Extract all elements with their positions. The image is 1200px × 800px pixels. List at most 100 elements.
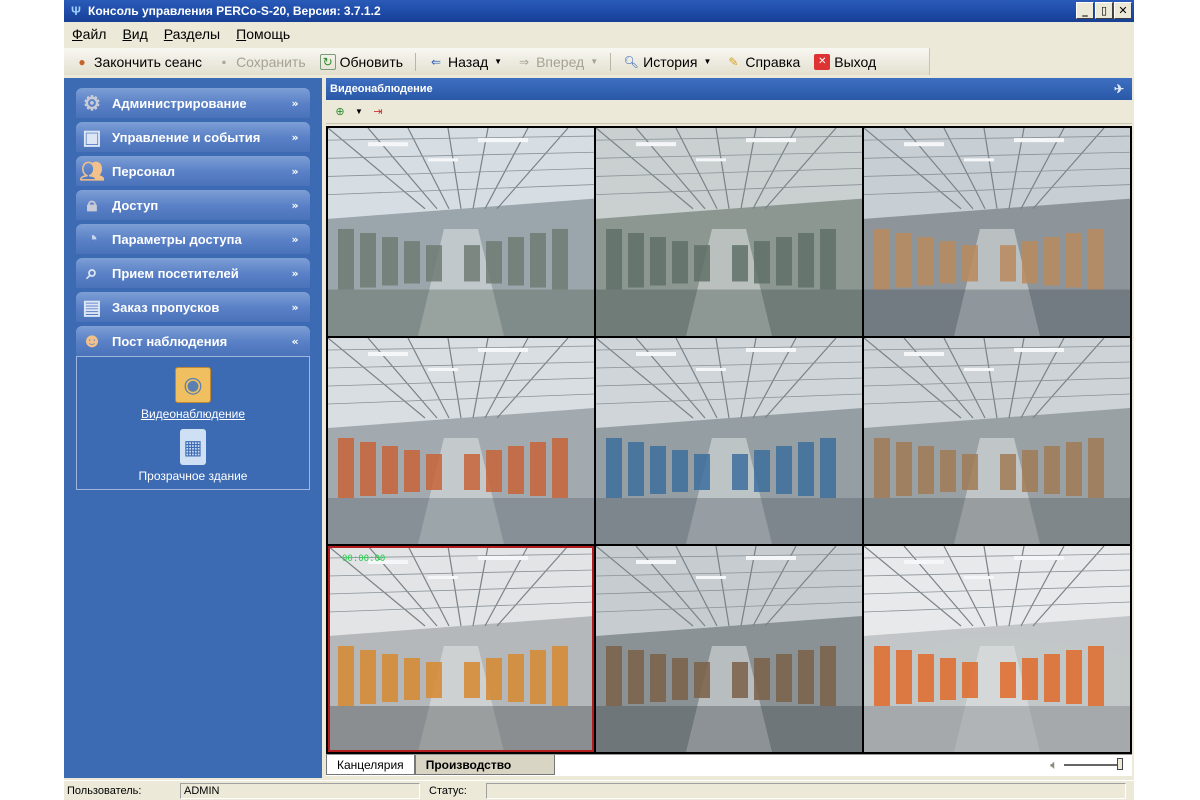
sidebar-item-label: Пост наблюдения [112,333,228,349]
history-button[interactable]: 🔍︎ История ▼ [617,50,717,74]
minimize-button[interactable]: _ [1076,2,1094,19]
camera-feed-image [864,128,1130,336]
chevron-double-down-icon[interactable]: » [288,232,302,246]
save-button[interactable]: ▪ Сохранить [210,50,312,74]
refresh-label: Обновить [339,53,404,70]
chevron-double-down-icon[interactable]: » [288,96,302,110]
panel-item-video-surveillance[interactable]: ◉ Видеонаблюдение [77,367,309,421]
maximize-button[interactable]: ▯ [1095,2,1113,19]
people-icon: 👥︎ [79,160,105,183]
camera-feed-image [328,338,594,544]
camera-icon: ◉ [175,367,211,403]
toolbar-separator [415,52,417,71]
main-toolbar: ● Закончить сеанс ▪ Сохранить ↻ Обновить… [64,48,930,75]
volume-control: 🔈︎ [1050,757,1123,773]
dropdown-arrow-icon[interactable]: ▼ [703,57,711,66]
menu-help[interactable]: Помощь [236,26,290,42]
view-tabs: Канцелярия Производство 🔈︎ [326,754,1132,776]
camera-feed-image [328,546,594,752]
chevron-double-up-icon[interactable]: « [288,334,302,348]
arrow-right-icon: ⇒ [519,54,530,69]
video-toolbar: ⊕ ▼ ⇥ [326,100,1132,124]
sidebar-item-control-events[interactable]: ▣ Управление и события » [76,122,310,152]
sidebar-item-label: Администрирование [112,95,247,111]
forward-button[interactable]: ⇒ Вперед ▼ [510,50,604,74]
camera-view-assembly[interactable] [864,128,1130,336]
tab-office[interactable]: Канцелярия [326,755,415,775]
history-search-icon: 🔍︎ [623,54,639,69]
sidebar-item-pass-orders[interactable]: ▤ Заказ пропусков » [76,292,310,322]
chevron-double-down-icon[interactable]: » [288,164,302,178]
camera-feed-image [864,546,1130,752]
monitor-icon: ▣ [82,126,102,149]
camera-view-turnstiles[interactable] [864,546,1130,752]
chevron-double-down-icon[interactable]: » [288,198,302,212]
exit-button[interactable]: ✕ Выход [808,50,882,74]
add-view-icon[interactable]: ⊕ [330,103,350,121]
visitor-icon: ⌕ [86,261,98,284]
lock-icon: 🔒︎ [86,193,98,216]
menu-file[interactable]: Файл [72,26,106,42]
camera-view-workshop[interactable] [596,128,862,336]
pin-icon[interactable]: ✈ [1110,81,1128,97]
sidebar-item-access-params[interactable]: ◔ Параметры доступа » [76,224,310,254]
camera-feed-image [328,128,594,336]
camera-view-office[interactable] [328,128,594,336]
save-label: Сохранить [236,53,306,70]
tab-production[interactable]: Производство [414,755,555,775]
help-label: Справка [745,53,801,70]
speaker-icon[interactable]: 🔈︎ [1050,757,1058,773]
arrow-left-icon: ⇐ [431,54,442,69]
user-label: Пользователь: [67,784,142,797]
sidebar-item-access[interactable]: 🔒︎ Доступ » [76,190,310,220]
title-bar: Ψ Консоль управления PERCo-S-20, Версия:… [64,0,1134,22]
sidebar-item-label: Управление и события [112,129,261,145]
window-title: Консоль управления PERCo-S-20, Версия: 3… [88,4,381,18]
sidebar-item-administration[interactable]: ⚙ Администрирование » [76,88,310,118]
toolbar-separator [610,52,612,71]
camera-view-racks[interactable]: 00:00:00 [328,546,594,752]
menu-view[interactable]: Вид [122,26,147,42]
status-bar: Пользователь: ADMIN Статус: [64,780,1134,800]
chevron-double-down-icon[interactable]: » [288,130,302,144]
refresh-button[interactable]: ↻ Обновить [314,50,409,74]
sidebar-item-observation-post[interactable]: ☻ Пост наблюдения « [76,326,310,356]
exit-label: Выход [834,53,877,70]
pass-card-icon: ▤ [82,296,102,319]
help-book-icon: ✎ [728,54,739,69]
back-button[interactable]: ⇐ Назад ▼ [422,50,508,74]
main-header-title: Видеонаблюдение [330,83,433,95]
dropdown-arrow-icon[interactable]: ▼ [590,57,598,66]
camera-view-production-hall[interactable] [864,338,1130,544]
sidebar-item-personnel[interactable]: 👥︎ Персонал » [76,156,310,186]
close-view-icon[interactable]: ⇥ [368,103,388,121]
pie-icon: ◔ [85,227,99,250]
sidebar-item-visitors[interactable]: ⌕ Прием посетителей » [76,258,310,288]
status-value [486,782,1126,799]
sidebar-item-label: Заказ пропусков [112,299,220,315]
operator-icon: ☻ [81,329,103,352]
dropdown-arrow-icon[interactable]: ▼ [494,57,502,66]
camera-view-factory-floor[interactable] [596,546,862,752]
sidebar-item-label: Персонал [112,163,176,179]
camera-view-machines[interactable] [596,338,862,544]
camera-view-warehouse[interactable] [328,338,594,544]
close-button[interactable]: ✕ [1114,2,1132,19]
panel-item-label: Прозрачное здание [138,469,248,483]
chevron-double-down-icon[interactable]: » [288,266,302,280]
menu-bar: Файл Вид Разделы Помощь [64,22,1134,46]
back-label: Назад [448,53,489,70]
panel-item-label: Видеонаблюдение [140,407,246,421]
user-logout-icon: ● [78,54,86,69]
help-button[interactable]: ✎ Справка [719,50,806,74]
panel-item-transparent-building[interactable]: ▦ Прозрачное здание [77,429,309,483]
volume-slider[interactable] [1064,758,1123,770]
menu-sections[interactable]: Разделы [164,26,220,42]
user-value: ADMIN [180,782,420,799]
video-grid: 00:00:00 [326,126,1132,754]
chevron-double-down-icon[interactable]: » [288,300,302,314]
dropdown-arrow-icon[interactable]: ▼ [354,103,364,121]
status-label: Статус: [429,784,467,797]
end-session-button[interactable]: ● Закончить сеанс [68,50,208,74]
volume-slider-handle[interactable] [1117,758,1123,770]
